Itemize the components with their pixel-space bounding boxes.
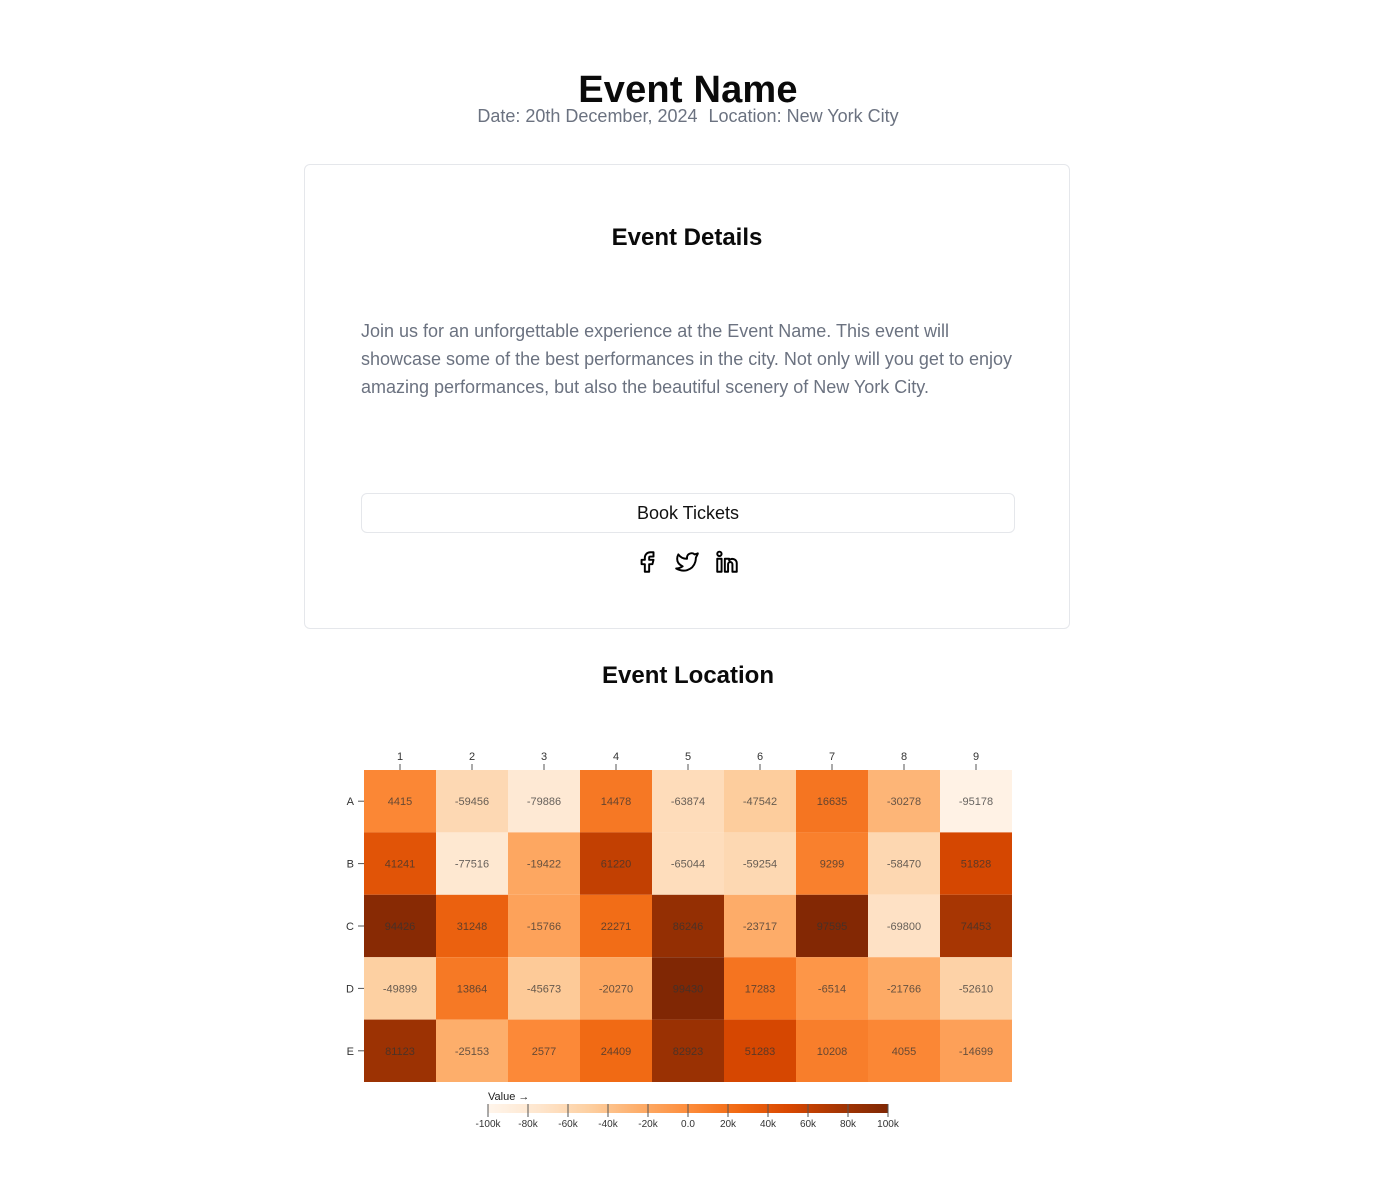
y-tick-label: C: [346, 921, 354, 933]
x-tick-label: 4: [613, 751, 619, 763]
cell-value-label: -59456: [455, 796, 489, 808]
cell-value-label: 14478: [601, 796, 632, 808]
cell-value-label: -30278: [887, 796, 921, 808]
cell-value-label: -6514: [818, 983, 846, 995]
cell-value-label: -69800: [887, 921, 921, 933]
legend-tick-label: -80k: [518, 1119, 538, 1130]
y-tick-label: B: [347, 859, 354, 871]
cell-value-label: -63874: [671, 796, 705, 808]
heatmap-chart: 1 2 3 4 5 6 7 8 9 A B C D E 4415 -59456 -79886 14478 -6387…: [346, 751, 1012, 1130]
cell-value-label: 94426: [385, 921, 416, 933]
cell-value-label: 51283: [745, 1046, 776, 1058]
x-tick-label: 1: [397, 751, 403, 763]
y-tick-label: D: [346, 983, 354, 995]
cell-value-label: -19422: [527, 859, 561, 871]
cell-value-label: 4055: [892, 1046, 916, 1058]
legend-tick-label: 40k: [760, 1119, 777, 1130]
legend-tick-label: 100k: [877, 1119, 900, 1130]
cell-value-label: 22271: [601, 921, 632, 933]
cell-value-label: 82923: [673, 1046, 704, 1058]
legend-tick-label: 80k: [840, 1119, 857, 1130]
legend-tick-label: 20k: [720, 1119, 737, 1130]
cell-value-label: 31248: [457, 921, 488, 933]
cell-value-label: 61220: [601, 859, 632, 871]
cell-value-label: -95178: [959, 796, 993, 808]
cell-value-label: -20270: [599, 983, 633, 995]
cell-value-label: 16635: [817, 796, 848, 808]
cell-value-label: 9299: [820, 859, 844, 871]
legend-tick-label: 0.0: [681, 1119, 695, 1130]
cell-value-label: -59254: [743, 859, 777, 871]
cell-value-label: -45673: [527, 983, 561, 995]
cell-value-label: -49899: [383, 983, 417, 995]
legend-tick-label: -40k: [598, 1119, 618, 1130]
cell-value-label: -79886: [527, 796, 561, 808]
x-tick-label: 2: [469, 751, 475, 763]
cell-value-label: -77516: [455, 859, 489, 871]
x-tick-label: 7: [829, 751, 835, 763]
cell-value-label: 41241: [385, 859, 416, 871]
cell-value-label: -14699: [959, 1046, 993, 1058]
cell-value-label: 4415: [388, 796, 412, 808]
cell-value-label: 24409: [601, 1046, 632, 1058]
y-tick-label: A: [347, 796, 355, 808]
cell-value-label: 97595: [817, 921, 848, 933]
cell-value-label: 81123: [385, 1046, 415, 1058]
cell-value-label: -23717: [743, 921, 777, 933]
legend-title: Value →: [488, 1091, 529, 1103]
legend-tick-label: -20k: [638, 1119, 658, 1130]
legend-tick-label: -60k: [558, 1119, 578, 1130]
cell-value-label: 10208: [817, 1046, 848, 1058]
x-tick-label: 3: [541, 751, 547, 763]
cell-value-label: 13864: [457, 983, 488, 995]
x-tick-label: 9: [973, 751, 979, 763]
cell-value-label: 51828: [961, 859, 992, 871]
y-tick-label: E: [347, 1046, 354, 1058]
cell-value-label: -47542: [743, 796, 777, 808]
cell-value-label: 2577: [532, 1046, 556, 1058]
cell-value-label: -65044: [671, 859, 705, 871]
legend-tick-label: 60k: [800, 1119, 817, 1130]
x-tick-label: 8: [901, 751, 907, 763]
cell-value-label: 17283: [745, 983, 776, 995]
legend-tick-label: -100k: [475, 1119, 501, 1130]
cell-value-label: -21766: [887, 983, 921, 995]
cell-value-label: -15766: [527, 921, 561, 933]
x-tick-label: 5: [685, 751, 691, 763]
cell-value-label: -58470: [887, 859, 921, 871]
cell-value-label: 99430: [673, 983, 704, 995]
cell-value-label: -52610: [959, 983, 993, 995]
cell-value-label: 86246: [673, 921, 704, 933]
cell-value-label: -25153: [455, 1046, 489, 1058]
x-tick-label: 6: [757, 751, 763, 763]
cell-value-label: 74453: [961, 921, 992, 933]
